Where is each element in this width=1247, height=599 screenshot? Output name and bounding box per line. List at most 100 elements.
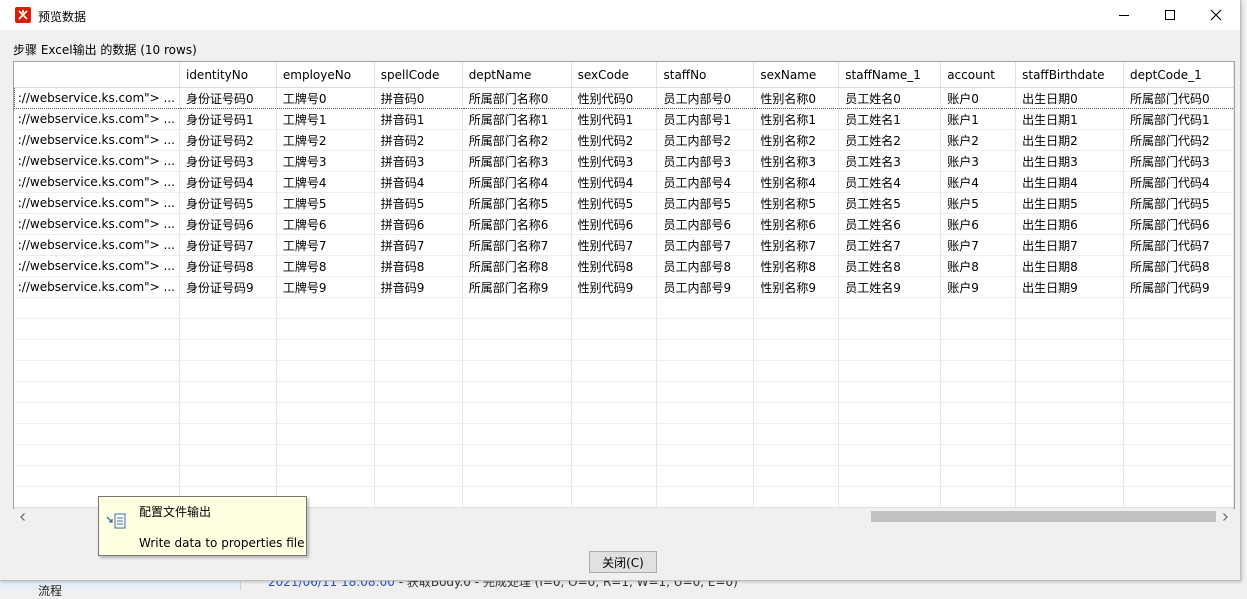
row-first-cell[interactable]: ://webservice.ks.com"> ... (14, 234, 180, 256)
table-cell[interactable]: 拼音码3 (374, 150, 463, 172)
table-cell[interactable]: 员工姓名9 (838, 276, 942, 298)
table-cell[interactable]: 身份证号码3 (179, 150, 277, 172)
column-header-employeNo[interactable]: employeNo (276, 62, 375, 88)
table-cell[interactable]: 员工姓名3 (838, 150, 942, 172)
table-cell[interactable]: 所属部门代码4 (1123, 171, 1234, 193)
table-cell[interactable]: 性别代码4 (571, 171, 658, 193)
table-row[interactable]: ://webservice.ks.com"> ... 身份证号码1 工牌号1 拼音码1… (14, 108, 1234, 130)
table-cell[interactable]: 所属部门名称9 (462, 276, 572, 298)
table-cell[interactable]: 工牌号8 (276, 255, 375, 277)
table-cell[interactable]: 所属部门代码1 (1123, 108, 1234, 130)
scroll-right-button[interactable] (1216, 508, 1233, 525)
table-cell[interactable]: 所属部门名称3 (462, 150, 572, 172)
table-cell[interactable]: 工牌号6 (276, 213, 375, 235)
column-header-staffName_1[interactable]: staffName_1 (838, 62, 942, 88)
table-cell[interactable]: 账户9 (940, 276, 1017, 298)
table-cell[interactable]: 账户3 (940, 150, 1017, 172)
table-cell[interactable]: 所属部门代码8 (1123, 255, 1234, 277)
table-cell[interactable]: 工牌号2 (276, 129, 375, 151)
table-cell[interactable]: 员工姓名7 (838, 234, 942, 256)
table-row[interactable]: ://webservice.ks.com"> ... 身份证号码3 工牌号3 拼音码3… (14, 150, 1234, 172)
table-cell[interactable]: 所属部门代码5 (1123, 192, 1234, 214)
table-cell[interactable]: 员工内部号5 (656, 192, 755, 214)
row-first-cell[interactable]: ://webservice.ks.com"> ... (14, 171, 180, 193)
table-cell[interactable]: 身份证号码5 (179, 192, 277, 214)
row-first-cell[interactable]: ://webservice.ks.com"> ... (14, 150, 180, 172)
table-cell[interactable]: 性别名称8 (753, 255, 840, 277)
table-cell[interactable]: 出生日期8 (1015, 255, 1125, 277)
table-cell[interactable]: 身份证号码0 (179, 87, 277, 109)
table-cell[interactable]: 账户8 (940, 255, 1017, 277)
table-cell[interactable]: 拼音码0 (374, 87, 463, 109)
close-button[interactable]: 关闭(C) (589, 551, 657, 573)
close-window-button[interactable] (1193, 0, 1239, 30)
scroll-left-button[interactable] (14, 508, 31, 525)
table-cell[interactable]: 账户4 (940, 171, 1017, 193)
table-cell[interactable]: 所属部门代码9 (1123, 276, 1234, 298)
table-cell[interactable]: 出生日期6 (1015, 213, 1125, 235)
table-cell[interactable]: 性别代码3 (571, 150, 658, 172)
table-cell[interactable]: 员工内部号6 (656, 213, 755, 235)
row-first-cell[interactable]: ://webservice.ks.com"> ... (14, 108, 180, 130)
column-header-staffBirthdate[interactable]: staffBirthdate (1015, 62, 1125, 88)
table-row[interactable]: ://webservice.ks.com"> ... 身份证号码9 工牌号9 拼音码9… (14, 276, 1234, 298)
table-cell[interactable]: 身份证号码2 (179, 129, 277, 151)
table-cell[interactable]: 拼音码7 (374, 234, 463, 256)
row-first-cell[interactable]: ://webservice.ks.com"> ... (14, 213, 180, 235)
table-row[interactable]: ://webservice.ks.com"> ... 身份证号码0 工牌号0 拼音码0… (14, 87, 1234, 109)
table-cell[interactable]: 员工姓名1 (838, 108, 942, 130)
row-first-cell[interactable]: ://webservice.ks.com"> ... (14, 87, 180, 109)
table-cell[interactable]: 工牌号3 (276, 150, 375, 172)
table-cell[interactable]: 员工内部号2 (656, 129, 755, 151)
table-row[interactable]: ://webservice.ks.com"> ... 身份证号码8 工牌号8 拼音码8… (14, 255, 1234, 277)
table-cell[interactable]: 员工姓名6 (838, 213, 942, 235)
table-cell[interactable]: 所属部门名称5 (462, 192, 572, 214)
table-cell[interactable]: 工牌号0 (276, 87, 375, 109)
table-cell[interactable]: 拼音码5 (374, 192, 463, 214)
table-cell[interactable]: 性别代码0 (571, 87, 658, 109)
table-cell[interactable]: 拼音码4 (374, 171, 463, 193)
title-bar[interactable]: 预览数据 (0, 0, 1240, 30)
table-cell[interactable]: 性别名称2 (753, 129, 840, 151)
table-cell[interactable]: 身份证号码6 (179, 213, 277, 235)
table-cell[interactable]: 拼音码2 (374, 129, 463, 151)
table-cell[interactable]: 员工姓名5 (838, 192, 942, 214)
table-cell[interactable]: 拼音码1 (374, 108, 463, 130)
table-cell[interactable]: 身份证号码9 (179, 276, 277, 298)
table-cell[interactable]: 员工内部号7 (656, 234, 755, 256)
table-cell[interactable]: 工牌号5 (276, 192, 375, 214)
table-cell[interactable]: 账户2 (940, 129, 1017, 151)
table-cell[interactable]: 性别名称3 (753, 150, 840, 172)
scrollbar-thumb[interactable] (871, 511, 1216, 522)
table-cell[interactable]: 员工姓名0 (838, 87, 942, 109)
table-cell[interactable]: 出生日期5 (1015, 192, 1125, 214)
table-cell[interactable]: 所属部门名称6 (462, 213, 572, 235)
row-first-cell[interactable]: ://webservice.ks.com"> ... (14, 192, 180, 214)
table-cell[interactable]: 员工姓名8 (838, 255, 942, 277)
table-row[interactable]: ://webservice.ks.com"> ... 身份证号码7 工牌号7 拼音码7… (14, 234, 1234, 256)
table-cell[interactable]: 员工内部号1 (656, 108, 755, 130)
table-cell[interactable]: 出生日期0 (1015, 87, 1125, 109)
table-cell[interactable]: 出生日期1 (1015, 108, 1125, 130)
table-cell[interactable]: 性别名称7 (753, 234, 840, 256)
column-header-spellCode[interactable]: spellCode (374, 62, 463, 88)
column-header-deptName[interactable]: deptName (462, 62, 572, 88)
row-first-cell[interactable]: ://webservice.ks.com"> ... (14, 129, 180, 151)
table-cell[interactable]: 账户1 (940, 108, 1017, 130)
table-cell[interactable]: 性别名称6 (753, 213, 840, 235)
table-cell[interactable]: 性别代码7 (571, 234, 658, 256)
table-cell[interactable]: 拼音码6 (374, 213, 463, 235)
table-cell[interactable]: 工牌号7 (276, 234, 375, 256)
table-cell[interactable]: 员工内部号9 (656, 276, 755, 298)
table-cell[interactable]: 身份证号码1 (179, 108, 277, 130)
minimize-button[interactable] (1101, 0, 1147, 30)
table-cell[interactable]: 出生日期2 (1015, 129, 1125, 151)
table-cell[interactable]: 员工内部号3 (656, 150, 755, 172)
table-cell[interactable]: 员工姓名2 (838, 129, 942, 151)
table-cell[interactable]: 身份证号码4 (179, 171, 277, 193)
table-cell[interactable]: 所属部门名称8 (462, 255, 572, 277)
table-cell[interactable]: 出生日期4 (1015, 171, 1125, 193)
table-cell[interactable]: 账户6 (940, 213, 1017, 235)
table-cell[interactable]: 所属部门代码6 (1123, 213, 1234, 235)
table-cell[interactable]: 性别代码2 (571, 129, 658, 151)
